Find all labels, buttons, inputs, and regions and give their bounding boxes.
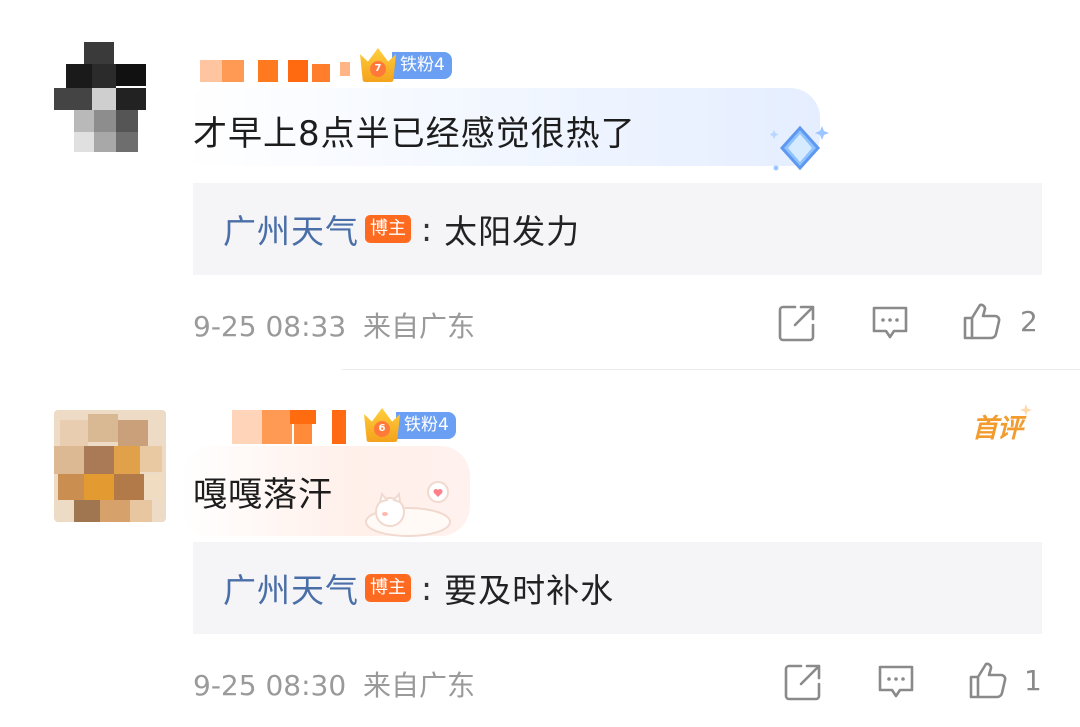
reply-text: 要及时补水 (444, 571, 615, 610)
first-comment-badge: 首评 (972, 408, 1023, 445)
like-count: 1 (1024, 664, 1042, 697)
diamond-sticker-icon (769, 125, 829, 171)
comment-icon[interactable] (876, 662, 916, 702)
blogger-reply[interactable]: 广州天气 博主 : 太阳发力 (193, 183, 1042, 275)
comment-item: 6 铁粉4 首评 嘎嘎落汗 广州天气 博主 : 要及时补水 9-25 08:30… (0, 370, 1080, 727)
comment-meta: 9-25 08:30 来自广东 (193, 664, 475, 704)
like-icon[interactable] (962, 301, 1002, 341)
comment-meta: 9-25 08:33 来自广东 (193, 305, 475, 345)
fan-badge[interactable]: 6 铁粉4 (364, 408, 456, 442)
reply-separator: : (421, 209, 433, 249)
comment-location: 来自广东 (363, 669, 476, 702)
avatar[interactable] (54, 42, 150, 152)
comment-icon[interactable] (870, 303, 910, 343)
like-count: 2 (1020, 305, 1038, 338)
comment-time: 9-25 08:30 (193, 669, 347, 702)
comment-item: 7 铁粉4 才早上8点半已经感觉很热了 广州天气 博主 : 太阳发力 9-25 … (0, 0, 1080, 370)
blogger-tag: 博主 (365, 574, 411, 602)
crown-icon: 6 (364, 408, 400, 442)
comment-time: 9-25 08:33 (193, 310, 347, 343)
comment-text: 才早上8点半已经感觉很热了 (193, 114, 636, 154)
fan-badge-label: 铁粉4 (392, 51, 452, 79)
avatar[interactable] (54, 410, 166, 522)
reply-author-link[interactable]: 广州天气 (223, 564, 359, 612)
share-icon[interactable] (783, 662, 823, 702)
like-icon[interactable] (968, 660, 1008, 700)
blogger-tag: 博主 (365, 215, 411, 243)
fan-badge-label: 铁粉4 (396, 411, 456, 439)
username-redacted[interactable] (200, 60, 360, 90)
reply-author-link[interactable]: 广州天气 (223, 205, 359, 253)
comment-location: 来自广东 (363, 310, 476, 343)
share-icon[interactable] (777, 303, 817, 343)
reply-text: 太阳发力 (444, 212, 581, 251)
reply-separator: : (421, 568, 433, 608)
blogger-reply[interactable]: 广州天气 博主 : 要及时补水 (193, 542, 1042, 634)
comment-text: 嘎嘎落汗 (193, 475, 333, 515)
crown-icon: 7 (360, 48, 396, 82)
cat-sticker-icon (365, 481, 451, 537)
fan-badge[interactable]: 7 铁粉4 (360, 48, 452, 82)
